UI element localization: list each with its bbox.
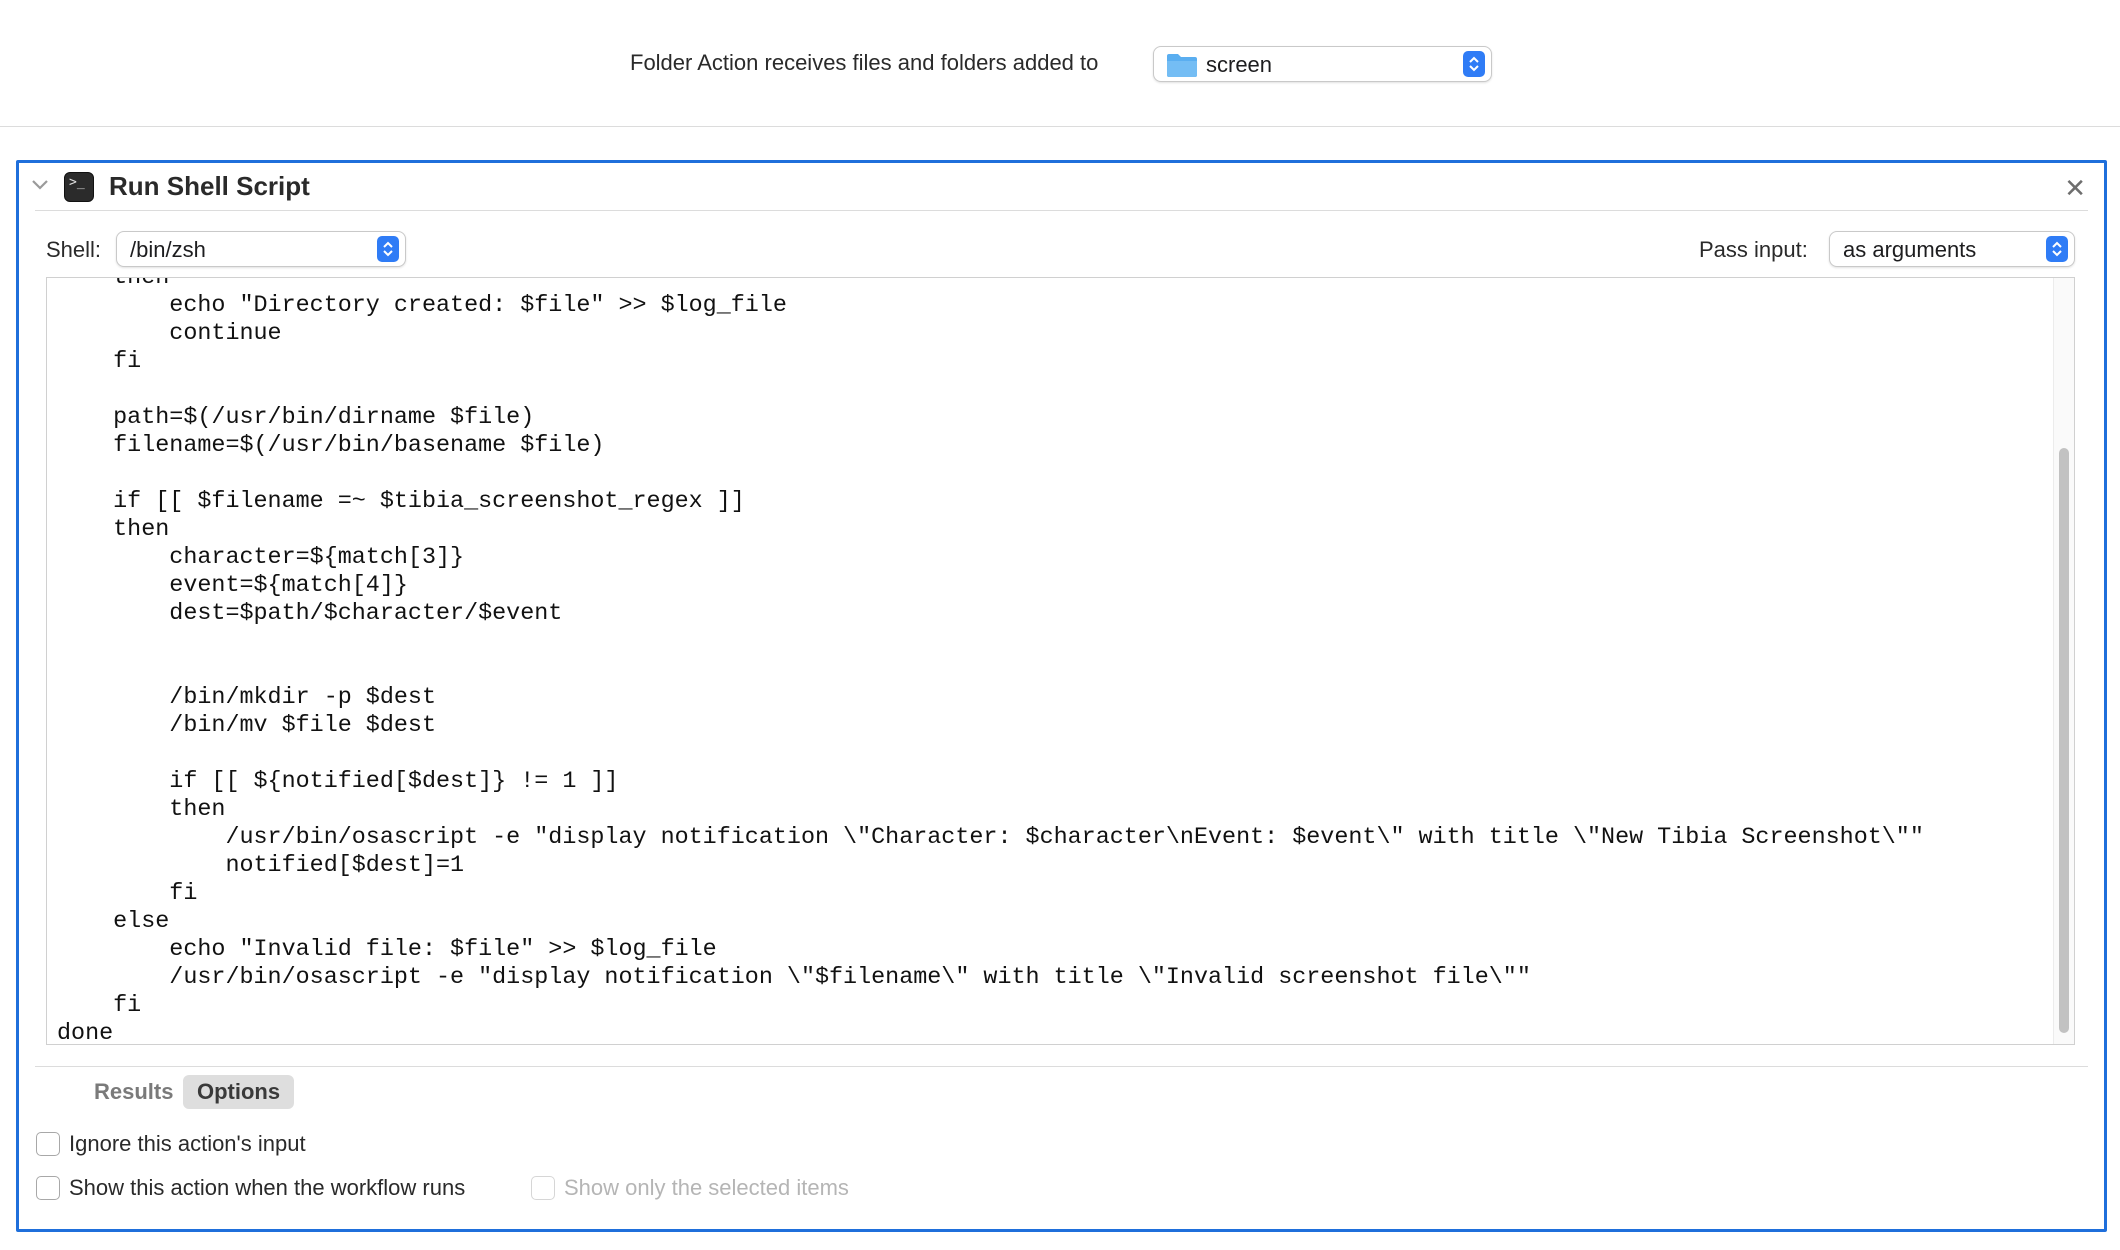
script-code[interactable]: then echo "Directory created: $file" >> … <box>57 278 1924 1044</box>
folder-action-label: Folder Action receives files and folders… <box>630 50 1099 75</box>
ignore-input-label: Ignore this action's input <box>69 1131 306 1156</box>
close-icon[interactable]: ✕ <box>2064 173 2086 204</box>
editor-scroll-thumb[interactable] <box>2059 448 2069 1033</box>
collapse-chevron-icon[interactable] <box>31 178 49 197</box>
pass-input-popup-value: as arguments <box>1843 237 1977 262</box>
folder-action-header: Folder Action receives files and folders… <box>0 0 2120 127</box>
pass-input-label: Pass input: <box>1699 237 1808 262</box>
options-divider <box>35 1066 2088 1067</box>
run-shell-script-action: >_ Run Shell Script ✕ Shell: /bin/zsh Pa… <box>16 160 2107 1232</box>
folder-popup-value: screen <box>1206 52 1273 77</box>
editor-scrollbar[interactable] <box>2053 278 2074 1044</box>
show-action-label: Show this action when the workflow runs <box>69 1175 466 1200</box>
tab-results[interactable]: Results <box>80 1075 187 1109</box>
tab-options[interactable]: Options <box>183 1075 295 1109</box>
shell-popup-value: /bin/zsh <box>130 237 206 262</box>
show-action-checkbox[interactable] <box>36 1176 60 1200</box>
action-title: Run Shell Script <box>109 171 310 201</box>
pass-input-popup[interactable]: as arguments <box>1829 231 2075 267</box>
show-selected-label: Show only the selected items <box>564 1175 849 1200</box>
folder-popup-stepper-icon <box>1463 51 1485 77</box>
shell-popup-stepper-icon <box>377 236 399 262</box>
shell-popup[interactable]: /bin/zsh <box>116 231 406 267</box>
ignore-input-checkbox[interactable] <box>36 1132 60 1156</box>
folder-icon <box>1166 52 1198 83</box>
terminal-icon: >_ <box>64 172 94 202</box>
shell-label: Shell: <box>46 237 102 262</box>
folder-popup[interactable]: screen <box>1153 46 1492 82</box>
show-selected-checkbox <box>531 1176 555 1200</box>
pass-input-stepper-icon <box>2046 236 2068 262</box>
script-editor[interactable]: then echo "Directory created: $file" >> … <box>46 277 2075 1045</box>
title-divider <box>35 210 2088 211</box>
